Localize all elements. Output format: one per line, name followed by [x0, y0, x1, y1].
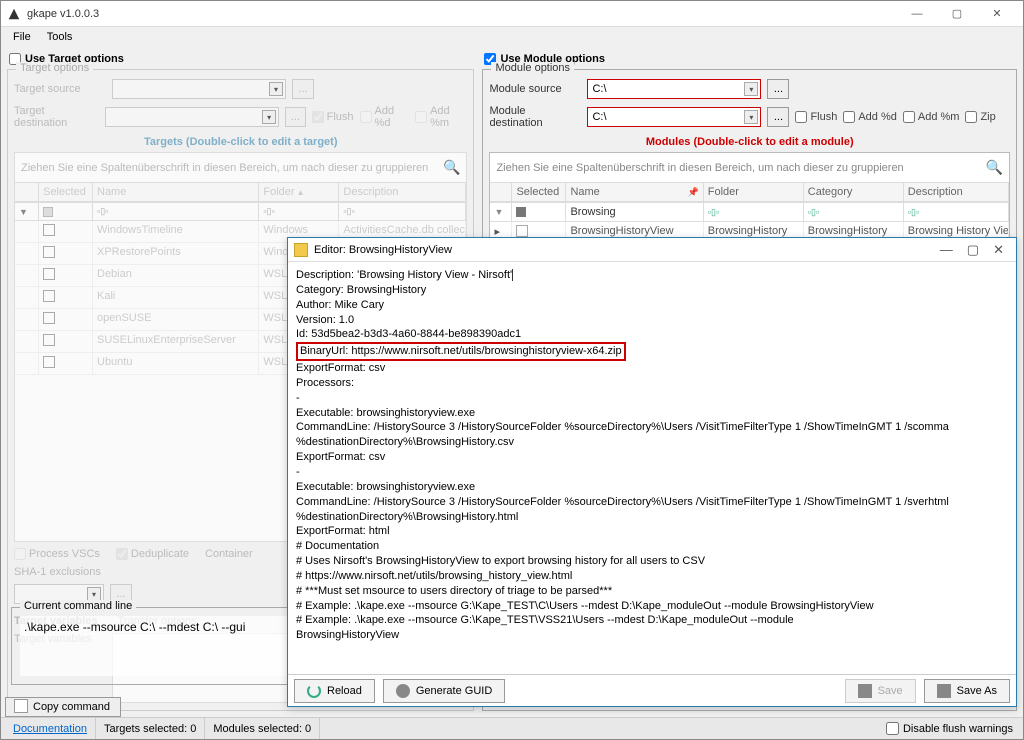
- generate-guid-button[interactable]: Generate GUID: [383, 679, 505, 703]
- module-dest-combo[interactable]: C:\▾: [587, 107, 761, 127]
- save-icon: [858, 684, 872, 698]
- app-icon: [7, 7, 21, 21]
- menubar: File Tools: [1, 27, 1023, 47]
- m-add-d-checkbox[interactable]: [843, 111, 855, 123]
- target-source-combo[interactable]: ▾: [112, 79, 286, 99]
- modules-section-header: Modules (Double-click to edit a module): [489, 132, 1010, 152]
- targets-section-header: Targets (Double-click to edit a target): [14, 132, 467, 152]
- targets-selected-status: Targets selected: 0: [96, 718, 205, 739]
- filter-pin-icon[interactable]: 📌: [688, 187, 699, 198]
- target-dest-browse[interactable]: ...: [285, 107, 306, 127]
- select-all-checkbox[interactable]: [516, 207, 526, 217]
- filter-icon[interactable]: ▼: [494, 207, 503, 217]
- save-as-icon: [937, 684, 951, 698]
- sha1-label: SHA-1 exclusions: [14, 566, 106, 578]
- target-source-browse[interactable]: ...: [292, 79, 314, 99]
- m-add-m-checkbox[interactable]: [903, 111, 915, 123]
- target-dest-combo[interactable]: ▾: [105, 107, 279, 127]
- close-button[interactable]: ✕: [977, 2, 1017, 26]
- reload-icon: [307, 684, 321, 698]
- maximize-button[interactable]: ▢: [937, 2, 977, 26]
- name-filter-input[interactable]: Browsing: [570, 206, 615, 218]
- m-zip-checkbox[interactable]: [965, 111, 977, 123]
- module-group-title: Module options: [491, 62, 574, 74]
- target-source-label: Target source: [14, 83, 106, 95]
- filter-icon[interactable]: ▼: [19, 207, 28, 217]
- editor-window: Editor: BrowsingHistoryView — ▢ ✕ Descri…: [287, 237, 1017, 707]
- window-title: gkape v1.0.0.3: [27, 8, 897, 20]
- save-as-button[interactable]: Save As: [924, 679, 1010, 703]
- dedup-checkbox[interactable]: [116, 548, 128, 560]
- modules-selected-status: Modules selected: 0: [205, 718, 320, 739]
- flush-checkbox[interactable]: [312, 111, 324, 123]
- editor-textarea[interactable]: Description: 'Browsing History View - Ni…: [288, 262, 1016, 674]
- copy-icon: [16, 701, 28, 713]
- module-source-combo[interactable]: C:\▾: [587, 79, 761, 99]
- module-dest-label: Module destination: [489, 105, 581, 129]
- editor-icon: [294, 243, 308, 257]
- editor-toolbar: Reload Generate GUID Save Save As: [288, 674, 1016, 706]
- gear-icon: [396, 684, 410, 698]
- menu-file[interactable]: File: [7, 29, 37, 45]
- module-dest-browse[interactable]: ...: [767, 107, 789, 127]
- editor-max-button[interactable]: ▢: [967, 242, 979, 258]
- editor-titlebar: Editor: BrowsingHistoryView — ▢ ✕: [288, 238, 1016, 262]
- search-icon[interactable]: 🔍: [986, 159, 1003, 176]
- reload-button[interactable]: Reload: [294, 679, 375, 703]
- editor-close-button[interactable]: ✕: [993, 242, 1004, 258]
- target-dest-label: Target destination: [14, 105, 99, 129]
- disable-flush-checkbox[interactable]: [886, 722, 899, 735]
- module-source-browse[interactable]: ...: [767, 79, 789, 99]
- statusbar: Documentation Targets selected: 0 Module…: [1, 717, 1023, 739]
- documentation-link[interactable]: Documentation: [13, 723, 87, 735]
- minimize-button[interactable]: —: [897, 2, 937, 26]
- add-m-checkbox[interactable]: [415, 111, 427, 123]
- target-group-title: Target options: [16, 62, 93, 74]
- menu-tools[interactable]: Tools: [41, 29, 79, 45]
- process-vscs-checkbox[interactable]: [14, 548, 26, 560]
- titlebar: gkape v1.0.0.3 — ▢ ✕: [1, 1, 1023, 27]
- search-icon[interactable]: 🔍: [443, 159, 460, 176]
- module-source-label: Module source: [489, 83, 581, 95]
- binary-url-highlight: BinaryUrl: https://www.nirsoft.net/utils…: [296, 342, 626, 361]
- editor-min-button[interactable]: —: [940, 242, 953, 258]
- add-d-checkbox[interactable]: [360, 111, 372, 123]
- main-window: gkape v1.0.0.3 — ▢ ✕ File Tools Use Targ…: [0, 0, 1024, 740]
- save-button[interactable]: Save: [845, 679, 916, 703]
- m-flush-checkbox[interactable]: [795, 111, 807, 123]
- copy-command-button[interactable]: Copy command: [5, 697, 121, 717]
